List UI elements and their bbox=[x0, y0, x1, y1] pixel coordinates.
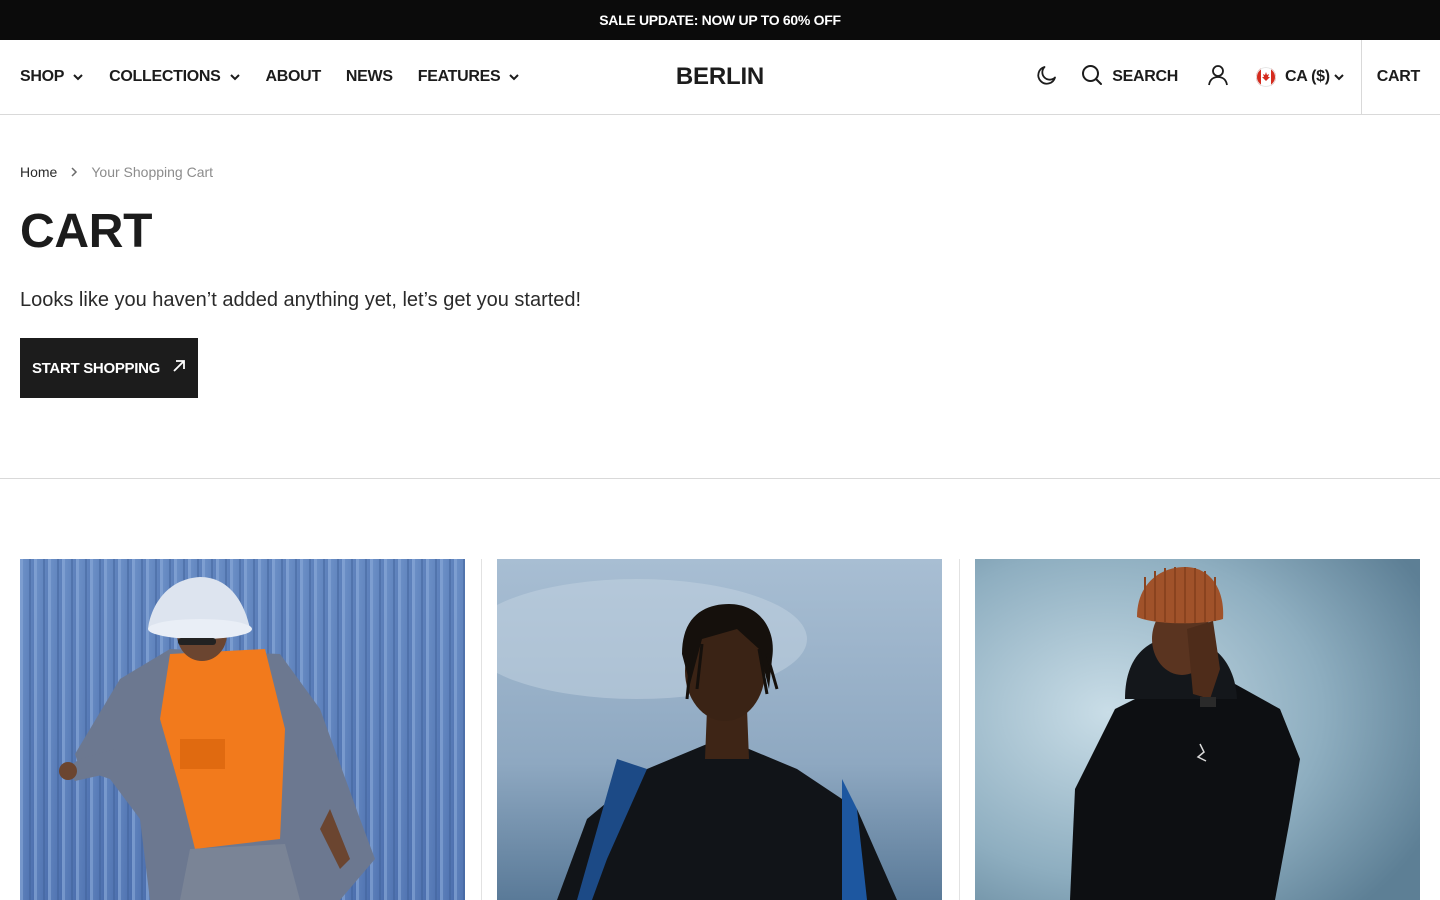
site-header: SHOP COLLECTIONS ABOUT NEWS FEATURES BER… bbox=[0, 40, 1440, 115]
nav-features-label: FEATURES bbox=[417, 68, 501, 85]
nav-collections[interactable]: COLLECTIONS bbox=[109, 68, 240, 86]
moon-icon bbox=[1035, 63, 1059, 92]
canada-flag-icon bbox=[1256, 67, 1277, 87]
section-divider bbox=[0, 478, 1440, 479]
chevron-down-icon bbox=[229, 71, 241, 83]
nav-shop[interactable]: SHOP bbox=[20, 68, 84, 86]
grid-separator bbox=[959, 559, 960, 900]
nav-news[interactable]: NEWS bbox=[346, 68, 393, 86]
start-shopping-button[interactable]: START SHOPPING bbox=[20, 338, 198, 398]
chevron-down-icon bbox=[72, 71, 84, 83]
arrow-up-right-icon bbox=[172, 359, 186, 377]
chevron-right-icon bbox=[67, 165, 81, 179]
user-icon bbox=[1207, 64, 1229, 91]
cart-button[interactable]: CART bbox=[1360, 40, 1440, 114]
nav-shop-label: SHOP bbox=[20, 68, 65, 85]
breadcrumb-home-link[interactable]: Home bbox=[20, 164, 57, 180]
search-label: SEARCH bbox=[1112, 68, 1179, 85]
search-icon bbox=[1081, 64, 1103, 91]
nav-collections-label: COLLECTIONS bbox=[109, 68, 221, 85]
announcement-text: SALE UPDATE: NOW UP TO 60% OFF bbox=[599, 12, 841, 28]
start-shopping-label: START SHOPPING bbox=[31, 359, 161, 377]
breadcrumb: Home Your Shopping Cart bbox=[20, 164, 213, 180]
nav-about-label: ABOUT bbox=[265, 68, 322, 85]
breadcrumb-current: Your Shopping Cart bbox=[91, 164, 214, 180]
chevron-down-icon bbox=[508, 71, 520, 83]
model-orange-hoodie-image[interactable] bbox=[20, 559, 465, 900]
theme-toggle-button[interactable] bbox=[1035, 65, 1059, 89]
main-nav: SHOP COLLECTIONS ABOUT NEWS FEATURES bbox=[20, 40, 520, 114]
site-logo[interactable]: BERLIN bbox=[676, 63, 764, 91]
search-button[interactable]: SEARCH bbox=[1081, 64, 1178, 91]
model-black-hoodie-image[interactable] bbox=[497, 559, 942, 900]
grid-separator bbox=[481, 559, 482, 900]
currency-label: CA ($) bbox=[1285, 68, 1330, 85]
header-actions: SEARCH CA ($) CART bbox=[1035, 40, 1440, 114]
currency-selector[interactable]: CA ($) bbox=[1256, 67, 1345, 87]
empty-cart-message: Looks like you haven’t added anything ye… bbox=[20, 289, 582, 311]
model-brown-beanie-image[interactable] bbox=[975, 559, 1420, 900]
chevron-down-icon bbox=[1333, 71, 1345, 83]
nav-news-label: NEWS bbox=[345, 68, 393, 85]
nav-about[interactable]: ABOUT bbox=[265, 68, 322, 86]
announcement-bar: SALE UPDATE: NOW UP TO 60% OFF bbox=[0, 0, 1440, 40]
cart-label: CART bbox=[1376, 68, 1421, 85]
collection-grid bbox=[20, 559, 1420, 900]
account-button[interactable] bbox=[1206, 64, 1230, 91]
nav-features[interactable]: FEATURES bbox=[418, 68, 521, 86]
page-title: CART bbox=[20, 205, 153, 258]
